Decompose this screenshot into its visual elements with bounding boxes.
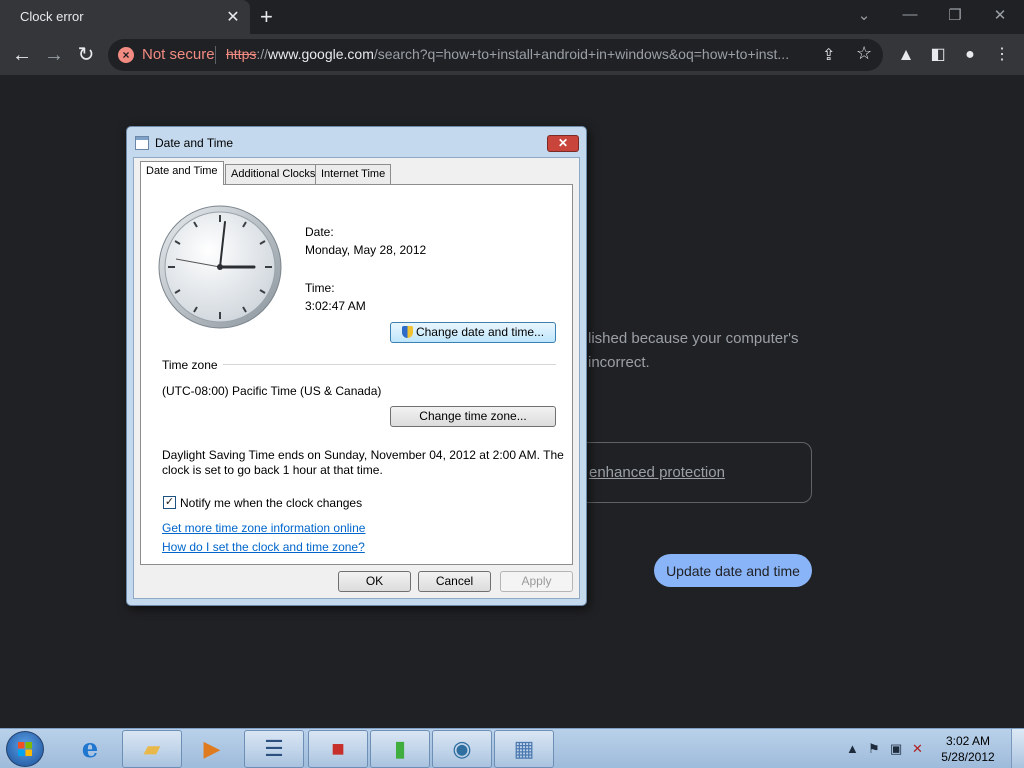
system-tray: ▲ ⚑ ▣ ✕ 3:02 AM 5/28/2012 bbox=[840, 729, 1024, 768]
profile-icon[interactable]: ● bbox=[958, 43, 982, 67]
new-tab-button[interactable]: + bbox=[260, 4, 273, 30]
cancel-button[interactable]: Cancel bbox=[418, 571, 491, 592]
taskbar-internet-explorer[interactable]: e bbox=[62, 730, 118, 768]
change-date-time-button[interactable]: Change date and time... bbox=[390, 322, 556, 343]
menu-icon[interactable]: ⋮ bbox=[990, 43, 1014, 67]
date-time-dialog: Date and Time ✕ Date and Time Additional… bbox=[126, 126, 587, 606]
clock-error-message: lished because your computer's incorrect… bbox=[588, 330, 799, 371]
change-timezone-button[interactable]: Change time zone... bbox=[390, 406, 556, 427]
show-hidden-icons[interactable]: ▲ bbox=[846, 741, 859, 756]
taskbar-windows-explorer[interactable]: ▰ bbox=[122, 730, 182, 768]
how-to-set-clock-link[interactable]: How do I set the clock and time zone? bbox=[162, 540, 365, 554]
windows-logo-icon bbox=[18, 742, 32, 756]
folder-icon: ▰ bbox=[143, 736, 161, 761]
date-label: Date: bbox=[305, 225, 334, 239]
browser-toolbar: ← → ↻ × Not secure https://www.google.co… bbox=[0, 34, 1024, 76]
time-label: Time: bbox=[305, 281, 335, 295]
date-value: Monday, May 28, 2012 bbox=[305, 243, 427, 257]
enhanced-protection-link[interactable]: enhanced protection bbox=[589, 464, 725, 481]
omnibox-divider bbox=[215, 46, 216, 64]
notify-checkbox-label[interactable]: Notify me when the clock changes bbox=[180, 496, 362, 510]
taskbar-network-globe[interactable]: ◉ bbox=[432, 730, 492, 768]
labs-flask-icon[interactable]: ▲ bbox=[894, 43, 918, 67]
taskbar-media-player[interactable]: ▶ bbox=[184, 730, 240, 768]
notify-checkbox[interactable]: ✓ bbox=[163, 496, 176, 509]
time-value: 3:02:47 AM bbox=[305, 299, 366, 313]
timezone-divider bbox=[223, 364, 556, 365]
bookmark-star-icon[interactable]: ☆ bbox=[856, 43, 872, 64]
apply-button[interactable]: Apply bbox=[500, 571, 573, 592]
show-desktop-button[interactable] bbox=[1011, 729, 1024, 768]
timezone-header: Time zone bbox=[162, 358, 218, 372]
forward-icon[interactable]: → bbox=[42, 43, 66, 67]
url-text[interactable]: https://www.google.com/search?q=how+to+i… bbox=[226, 46, 816, 62]
side-panel-icon[interactable]: ◧ bbox=[926, 43, 950, 67]
url-path: /search?q=how+to+install+android+in+wind… bbox=[373, 46, 790, 62]
taskbar-date-time[interactable]: ▦ bbox=[494, 730, 554, 768]
taskbar: e ▰ ▶ ☰ ■ ▮ ◉ ▦ ▲ ⚑ ▣ ✕ 3:02 AM 5/28/201… bbox=[0, 728, 1024, 768]
toolbox-icon: ■ bbox=[331, 736, 345, 761]
address-bar[interactable]: × Not secure https://www.google.com/sear… bbox=[108, 39, 883, 71]
calendar-icon bbox=[135, 136, 149, 150]
dst-notice-line-2: clock is set to go back 1 hour at that t… bbox=[162, 463, 383, 477]
tab-additional-clocks[interactable]: Additional Clocks bbox=[225, 164, 322, 184]
taskbar-clock-date[interactable]: 5/28/2012 bbox=[933, 750, 1003, 764]
date-time-tab-panel: Date: Monday, May 28, 2012 Time: 3:02:47… bbox=[140, 184, 573, 565]
tab-date-and-time[interactable]: Date and Time bbox=[140, 161, 224, 185]
tab-search-icon[interactable]: ⌄ bbox=[854, 6, 874, 24]
network-icon[interactable]: ▣ bbox=[890, 741, 902, 757]
reload-icon[interactable]: ↻ bbox=[74, 43, 98, 67]
url-scheme: https bbox=[226, 46, 257, 62]
dialog-close-button[interactable]: ✕ bbox=[547, 135, 579, 152]
tab-internet-time[interactable]: Internet Time bbox=[315, 164, 392, 184]
url-host: www.google.com bbox=[268, 46, 374, 62]
analog-clock bbox=[158, 205, 282, 329]
ok-button[interactable]: OK bbox=[338, 571, 411, 592]
tab-close-icon[interactable]: ✕ bbox=[224, 7, 242, 27]
dialog-title: Date and Time bbox=[155, 136, 234, 150]
back-icon[interactable]: ← bbox=[10, 43, 34, 67]
globe-icon: ◉ bbox=[452, 736, 472, 761]
taskbar-clock-time[interactable]: 3:02 AM bbox=[933, 734, 1003, 748]
action-center-flag-icon[interactable]: ⚑ bbox=[868, 741, 880, 757]
green-document-icon: ▮ bbox=[393, 736, 407, 761]
not-secure-icon[interactable]: × bbox=[118, 47, 134, 63]
dialog-body: Date and Time Additional Clocks Internet… bbox=[133, 157, 580, 599]
update-date-time-button[interactable]: Update date and time bbox=[654, 554, 812, 587]
minimize-icon[interactable]: — bbox=[900, 6, 920, 23]
browser-titlebar: Clock error ✕ + ⌄ — ❐ ✕ bbox=[0, 0, 1024, 34]
url-separator: :// bbox=[256, 46, 269, 62]
calendar-clock-icon: ▦ bbox=[513, 736, 535, 761]
restore-icon[interactable]: ❐ bbox=[945, 6, 965, 24]
security-label[interactable]: Not secure bbox=[142, 46, 215, 63]
tab-title: Clock error bbox=[20, 9, 84, 24]
volume-muted-icon[interactable]: ✕ bbox=[912, 741, 923, 757]
protection-card: enhanced protection bbox=[560, 442, 812, 503]
task-list-icon: ☰ bbox=[264, 736, 284, 761]
start-button[interactable] bbox=[6, 731, 44, 767]
timezone-info-link[interactable]: Get more time zone information online bbox=[162, 521, 365, 535]
taskbar-green-app[interactable]: ▮ bbox=[370, 730, 430, 768]
internet-explorer-icon: e bbox=[81, 734, 99, 764]
browser-tab[interactable]: Clock error ✕ bbox=[0, 0, 250, 34]
close-window-icon[interactable]: ✕ bbox=[990, 6, 1010, 24]
dst-notice-line-1: Daylight Saving Time ends on Sunday, Nov… bbox=[162, 448, 564, 462]
timezone-value: (UTC-08:00) Pacific Time (US & Canada) bbox=[162, 384, 382, 398]
uac-shield-icon bbox=[401, 326, 413, 338]
media-player-icon: ▶ bbox=[203, 736, 221, 761]
share-icon[interactable]: ⇪ bbox=[822, 45, 835, 65]
change-date-time-label: Change date and time... bbox=[415, 325, 545, 339]
taskbar-toolbox[interactable]: ■ bbox=[308, 730, 368, 768]
taskbar-task-list[interactable]: ☰ bbox=[244, 730, 304, 768]
